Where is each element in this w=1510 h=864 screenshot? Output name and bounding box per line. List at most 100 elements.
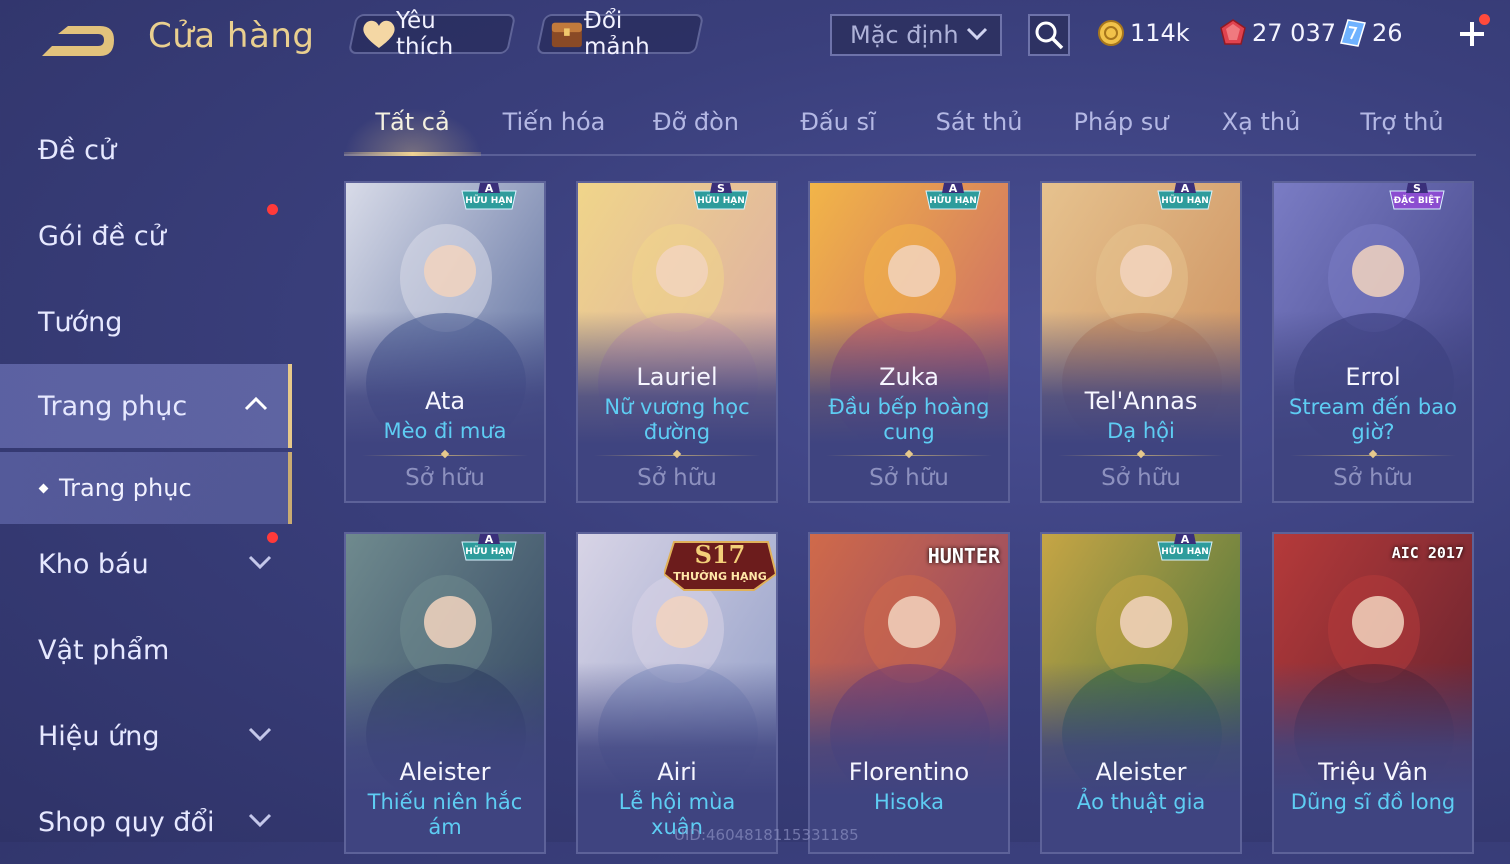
skin-card[interactable]: S ĐẶC BIỆT Errol Stream đến bao giờ? Sở hữ… — [1272, 181, 1474, 503]
sidebar-item-treasure[interactable]: Kho báu — [0, 522, 292, 606]
sidebar-subitem-skins[interactable]: Trang phục — [0, 452, 292, 524]
skin-name: Stream đến bao giờ? — [1289, 395, 1457, 444]
top-bar: Cửa hàng Yêu thích Đổi mảnh Mặc định 114… — [0, 0, 1510, 72]
hero-name: Tel'Annas — [1084, 387, 1198, 415]
tab-evolution[interactable]: Tiến hóa — [484, 108, 624, 136]
season-label: THƯỜNG HẠNG — [673, 570, 767, 583]
chevron-down-icon — [248, 555, 272, 570]
skin-name: Dạ hội — [1107, 419, 1175, 443]
sidebar-item-items[interactable]: Vật phẩm — [0, 608, 292, 692]
skin-card[interactable]: HUNTER Florentino Hisoka — [808, 532, 1010, 854]
search-icon — [1035, 21, 1064, 50]
role-filter-tabs: Tất cả Tiến hóa Đỡ đòn Đấu sĩ Sát thủ Ph… — [344, 100, 1476, 156]
tab-marksman[interactable]: Xạ thủ — [1191, 108, 1331, 136]
voucher-amount: 26 — [1372, 19, 1403, 47]
sidebar-item-skins[interactable]: Trang phục — [0, 364, 292, 448]
rarity-label: HỮU HẠN — [465, 196, 513, 206]
ruby-icon — [1220, 19, 1246, 45]
sidebar-item-label: Trang phục — [38, 390, 188, 422]
hero-name: Triệu Vân — [1318, 758, 1428, 786]
skin-name: Dũng sĩ đồ long — [1290, 790, 1456, 814]
active-tab-indicator — [344, 152, 481, 156]
tab-mage[interactable]: Pháp sư — [1051, 108, 1191, 136]
owned-status: Sở hữu — [1101, 465, 1181, 491]
skin-card[interactable]: S17 THƯỜNG HẠNG Airi Lễ hội mùa xuân — [576, 532, 778, 854]
card-shade — [810, 662, 1008, 852]
page-title: Cửa hàng — [148, 16, 315, 56]
rarity-tier: A — [484, 533, 494, 546]
sidebar-subitem-label: Trang phục — [59, 474, 192, 502]
skin-card[interactable]: A HỮU HẠN Tel'Annas Dạ hội Sở hữu — [1040, 181, 1242, 503]
hero-name: Ata — [424, 387, 466, 415]
sidebar-item-label: Kho báu — [38, 548, 149, 580]
sidebar-item-effects[interactable]: Hiệu ứng — [0, 694, 292, 778]
owned-status: Sở hữu — [637, 465, 717, 491]
notification-dot — [1479, 14, 1490, 25]
rarity-label: HỮU HẠN — [929, 196, 977, 206]
season-badge: S17 THƯỜNG HẠNG — [664, 534, 776, 600]
heart-icon — [363, 20, 395, 48]
hero-name: Aleister — [1095, 758, 1187, 786]
rarity-tier: A — [1180, 182, 1190, 195]
sort-dropdown[interactable]: Mặc định — [830, 14, 1002, 56]
gold-coin-icon — [1098, 20, 1124, 46]
sidebar-item-recommended[interactable]: Đề cử — [0, 108, 292, 192]
skin-name: Đầu bếp hoàng cung — [828, 395, 990, 444]
skin-card[interactable]: A HỮU HẠN Aleister Thiếu niên hắc ám — [344, 532, 546, 854]
chevron-up-icon — [244, 396, 268, 411]
sidebar-item-label: Vật phẩm — [38, 634, 170, 666]
sidebar-item-label: Gói đề cử — [38, 220, 166, 252]
notification-dot — [267, 204, 278, 215]
collab-logo: HUNTER — [927, 544, 1000, 568]
sidebar-item-label: Hiệu ứng — [38, 720, 160, 752]
hero-name: Aleister — [399, 758, 491, 786]
back-button[interactable] — [38, 22, 118, 62]
tab-assassin[interactable]: Sát thủ — [909, 108, 1049, 136]
player-uid: UID:4604818115331185 — [674, 826, 859, 844]
hero-name: Florentino — [848, 758, 970, 786]
skin-card[interactable]: A HỮU HẠN Aleister Ảo thuật gia — [1040, 532, 1242, 854]
tab-tank[interactable]: Đỡ đòn — [626, 108, 766, 136]
shard-exchange-button[interactable]: Đổi mảnh — [535, 8, 705, 60]
hero-name: Errol — [1345, 363, 1401, 391]
sidebar-item-recommended-packs[interactable]: Gói đề cử — [0, 194, 292, 278]
skin-name: Thiếu niên hắc ám — [367, 790, 523, 839]
favorites-button[interactable]: Yêu thích — [347, 8, 517, 60]
sidebar-item-exchange-shop[interactable]: Shop quy đổi — [0, 780, 292, 864]
skin-name: Nữ vương học đường — [604, 395, 750, 444]
skin-name: Ảo thuật gia — [1076, 790, 1206, 814]
owned-status: Sở hữu — [405, 465, 485, 491]
skin-card[interactable]: S HỮU HẠN Lauriel Nữ vương học đường Sở hữ… — [576, 181, 778, 503]
sidebar-item-label: Tướng — [38, 306, 123, 338]
notification-dot — [267, 532, 278, 543]
chevron-down-icon — [248, 727, 272, 742]
skin-card[interactable]: AIC 2017 Triệu Vân Dũng sĩ đồ long — [1272, 532, 1474, 854]
owned-status: Sở hữu — [869, 465, 949, 491]
search-button[interactable] — [1028, 14, 1070, 56]
hero-name: Airi — [657, 758, 697, 786]
rarity-tier: S — [1413, 182, 1421, 195]
ruby-balance: 27 037 — [1220, 16, 1336, 50]
tab-support[interactable]: Trợ thủ — [1332, 108, 1472, 136]
sidebar-item-label: Shop quy đổi — [38, 806, 215, 838]
diamond-bullet-icon — [38, 483, 49, 493]
rarity-label: HỮU HẠN — [1161, 547, 1209, 557]
sidebar-item-heroes[interactable]: Tướng — [0, 280, 292, 364]
skin-card[interactable]: A HỮU HẠN Ata Mèo đi mưa Sở hữu — [344, 181, 546, 503]
top-up-button[interactable] — [1452, 14, 1492, 54]
skin-name: Mèo đi mưa — [383, 419, 507, 443]
rarity-label: HỮU HẠN — [1161, 196, 1209, 206]
gold-amount: 114k — [1130, 19, 1190, 47]
treasure-chest-icon — [551, 22, 582, 48]
chevron-down-icon — [248, 813, 272, 828]
ruby-amount: 27 037 — [1252, 19, 1336, 47]
tab-all[interactable]: Tất cả — [344, 108, 481, 136]
rarity-tier: A — [948, 182, 958, 195]
skin-card[interactable]: A HỮU HẠN Zuka Đầu bếp hoàng cung Sở hữu — [808, 181, 1010, 503]
tab-fighter[interactable]: Đấu sĩ — [768, 108, 908, 136]
card-shade — [1274, 662, 1472, 852]
chevron-down-icon — [966, 27, 988, 41]
voucher-icon — [1340, 19, 1366, 47]
shard-exchange-label: Đổi mảnh — [583, 8, 650, 60]
back-arrow-icon — [42, 26, 114, 56]
